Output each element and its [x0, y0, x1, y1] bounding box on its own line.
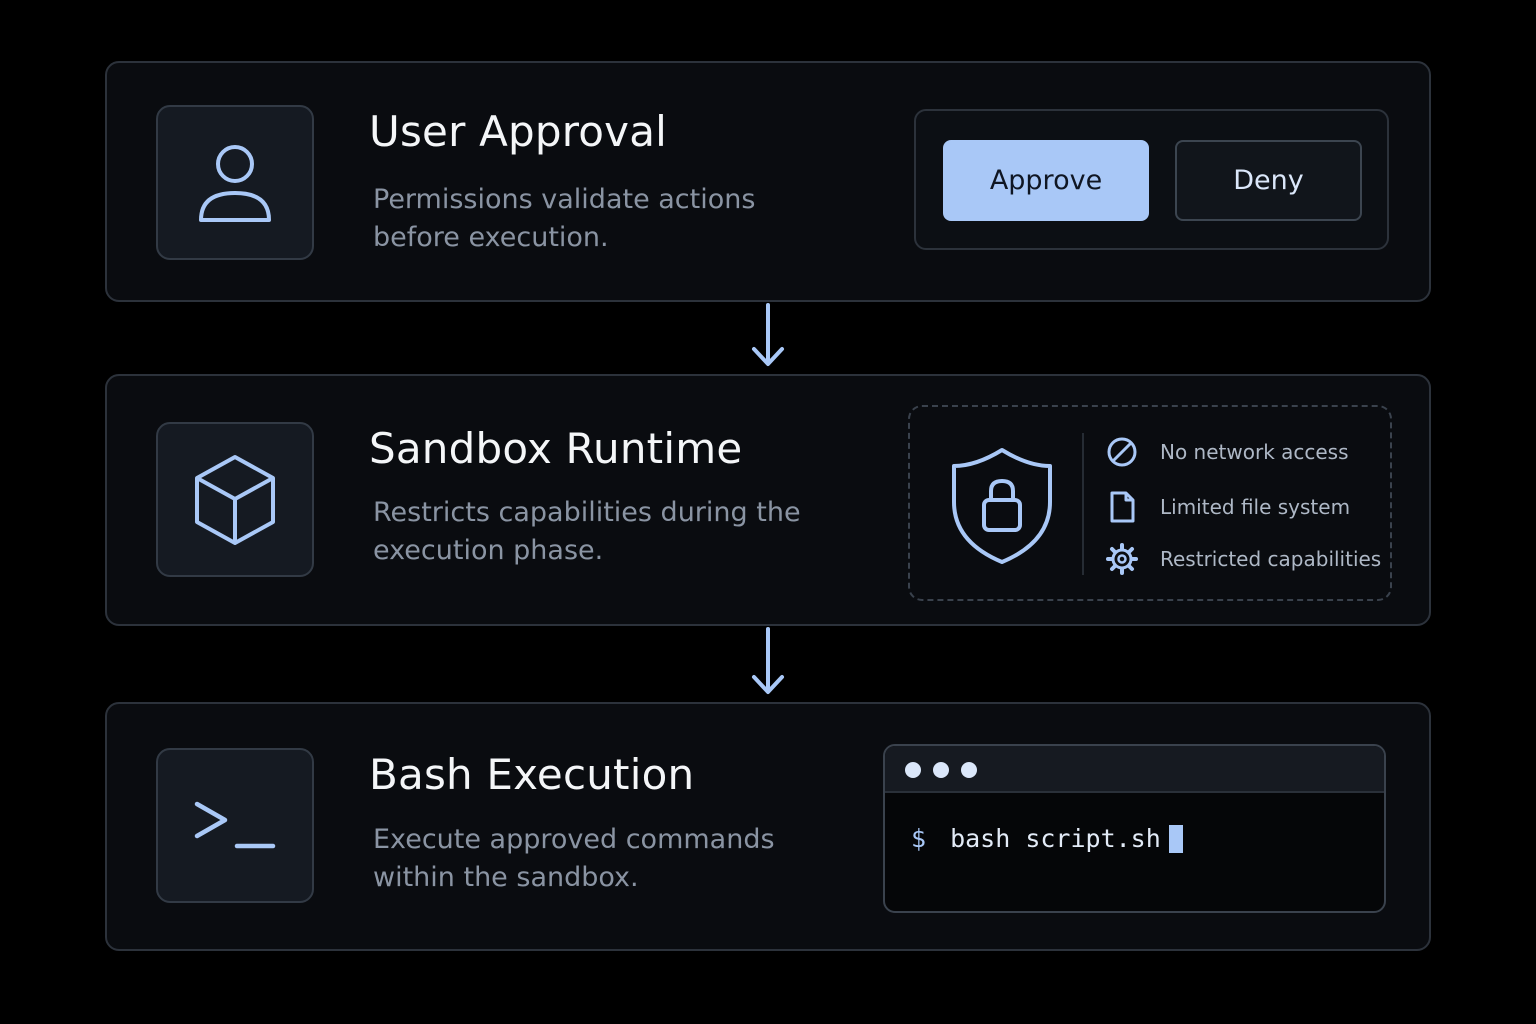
restriction-label: No network access — [1160, 440, 1349, 464]
restriction-item: Restricted capabilities — [1106, 541, 1381, 577]
step-card-bash-execution: Bash Execution Execute approved commands… — [105, 702, 1431, 951]
approval-panel: Approve Deny — [914, 109, 1389, 250]
panel-divider — [1082, 433, 1084, 575]
restriction-item: Limited file system — [1106, 489, 1350, 525]
sandbox-restrictions-panel: No network access Limited file system Re… — [908, 405, 1392, 601]
step-description: Permissions validate actions before exec… — [373, 184, 756, 253]
step-card-sandbox-runtime: Sandbox Runtime Restricts capabilities d… — [105, 374, 1431, 626]
step-description: Restricts capabilities during the execut… — [373, 497, 801, 566]
restriction-item: No network access — [1106, 434, 1349, 470]
shield-lock-icon — [952, 448, 1052, 564]
terminal-command: bash script.sh — [950, 824, 1161, 853]
window-dot — [905, 762, 921, 778]
terminal-window[interactable]: $ bash script.sh — [883, 744, 1386, 913]
step-description: Execute approved commands within the san… — [373, 824, 775, 893]
no-entry-icon — [1107, 437, 1137, 467]
window-dot — [961, 762, 977, 778]
step-card-user-approval: User Approval Permissions validate actio… — [105, 61, 1431, 302]
step-title: Sandbox Runtime — [369, 424, 743, 473]
terminal-icon — [194, 801, 276, 848]
approve-button[interactable]: Approve — [943, 140, 1149, 221]
restriction-label: Restricted capabilities — [1160, 547, 1382, 571]
terminal-cursor — [1168, 824, 1183, 853]
terminal-icon-box — [156, 748, 314, 903]
terminal-prompt: $ — [911, 824, 927, 853]
user-icon-box — [156, 105, 314, 260]
gear-icon — [1106, 543, 1138, 575]
terminal-title-bar — [885, 746, 1384, 793]
step-title: Bash Execution — [369, 750, 695, 799]
arrow-down-icon — [752, 303, 784, 366]
restriction-label: Limited file system — [1160, 495, 1351, 519]
step-title: User Approval — [369, 107, 668, 156]
deny-button[interactable]: Deny — [1175, 140, 1362, 221]
terminal-command-line: $ bash script.sh — [911, 824, 1183, 853]
user-icon — [199, 144, 271, 222]
file-icon — [1110, 491, 1135, 523]
cube-icon — [195, 454, 275, 545]
cube-icon-box — [156, 422, 314, 577]
arrow-down-icon — [752, 627, 784, 694]
window-dot — [933, 762, 949, 778]
